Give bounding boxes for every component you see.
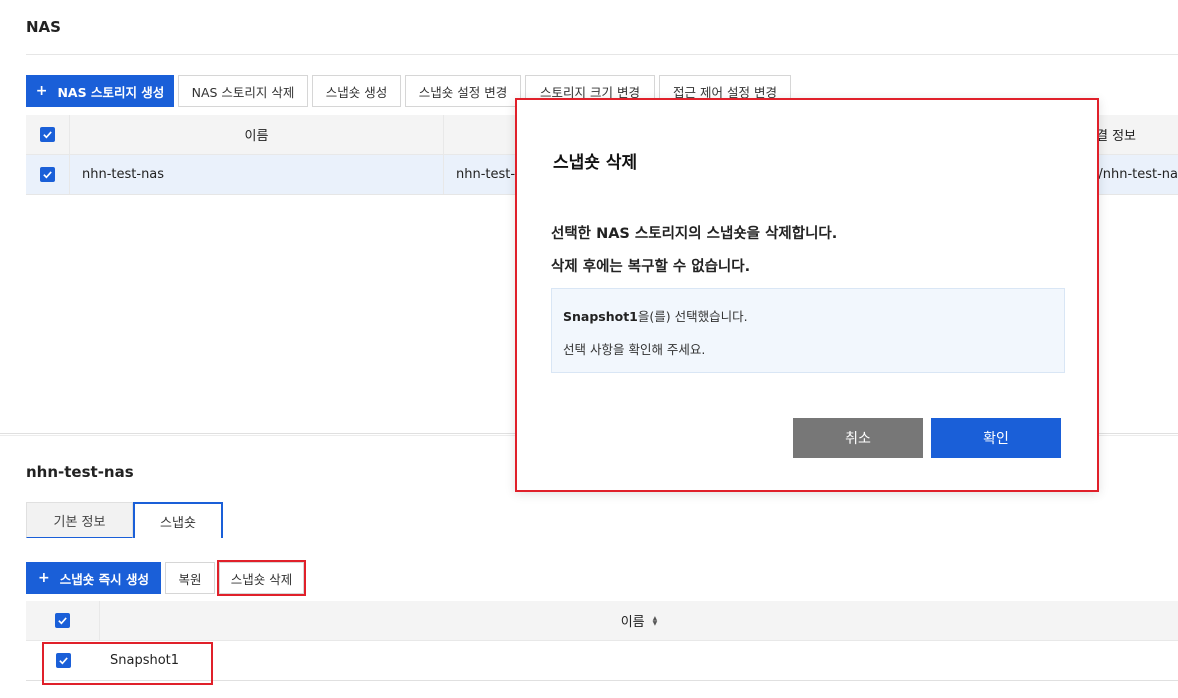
select-all-checkbox[interactable]	[26, 601, 100, 640]
confirm-button[interactable]: 확인	[931, 418, 1061, 458]
modal-message-line1: 선택한 NAS 스토리지의 스냅숏을 삭제합니다.	[551, 226, 838, 242]
table-header: 이름 ▲ ▼	[26, 601, 1178, 641]
snapshot-settings-button[interactable]: 스냅숏 설정 변경	[405, 75, 521, 107]
plus-icon: +	[38, 570, 50, 586]
info-line1: Snapshot1을(를) 선택했습니다.	[563, 306, 748, 325]
info-line2: 선택 사항을 확인해 주세요.	[563, 342, 706, 357]
delete-snapshot-highlight	[217, 560, 306, 596]
detail-title: nhn-test-nas	[26, 463, 134, 481]
checkbox-checked-icon	[40, 127, 55, 142]
sort-icon[interactable]: ▲ ▼	[653, 615, 658, 626]
restore-button[interactable]: 복원	[165, 562, 215, 594]
create-snapshot-button[interactable]: 스냅숏 생성	[312, 75, 401, 107]
column-header-name[interactable]: 이름	[70, 115, 444, 154]
modal-message-line2: 삭제 후에는 복구할 수 없습니다.	[551, 259, 751, 275]
create-nas-label: NAS 스토리지 생성	[57, 84, 165, 100]
checkbox-checked-icon	[40, 167, 55, 182]
info-snapshot-name: Snapshot1	[563, 309, 638, 324]
tab-basic-info[interactable]: 기본 정보	[26, 502, 133, 538]
column-header-name[interactable]: 이름 ▲ ▼	[100, 601, 1178, 640]
column-header-name-label: 이름	[620, 615, 645, 630]
detail-tabs: 기본 정보 스냅숏	[26, 502, 223, 538]
delete-nas-button[interactable]: NAS 스토리지 삭제	[178, 75, 308, 107]
modal-title: 스냅숏 삭제	[553, 153, 638, 173]
delete-snapshot-modal: 스냅숏 삭제 선택한 NAS 스토리지의 스냅숏을 삭제합니다. 삭제 후에는 …	[515, 98, 1099, 492]
create-snapshot-now-label: 스냅숏 즉시 생성	[59, 571, 149, 587]
row-name: Snapshot1	[110, 653, 180, 668]
modal-info-box: Snapshot1을(를) 선택했습니다. 선택 사항을 확인해 주세요.	[551, 288, 1065, 373]
create-nas-button[interactable]: + NAS 스토리지 생성	[26, 75, 174, 107]
row-name: nhn-test-nas	[70, 155, 444, 194]
create-snapshot-now-button[interactable]: + 스냅숏 즉시 생성	[26, 562, 161, 594]
cancel-button[interactable]: 취소	[793, 418, 923, 458]
info-suffix: 을(를) 선택했습니다.	[637, 309, 748, 324]
title-divider	[26, 54, 1178, 55]
select-all-checkbox[interactable]	[26, 115, 70, 154]
row-checkbox[interactable]	[26, 155, 70, 194]
page-title: NAS	[26, 18, 61, 36]
tab-snapshot[interactable]: 스냅숏	[133, 502, 223, 538]
snapshot-row-highlight	[42, 642, 213, 685]
checkbox-checked-icon	[55, 613, 70, 628]
plus-icon: +	[35, 83, 48, 99]
